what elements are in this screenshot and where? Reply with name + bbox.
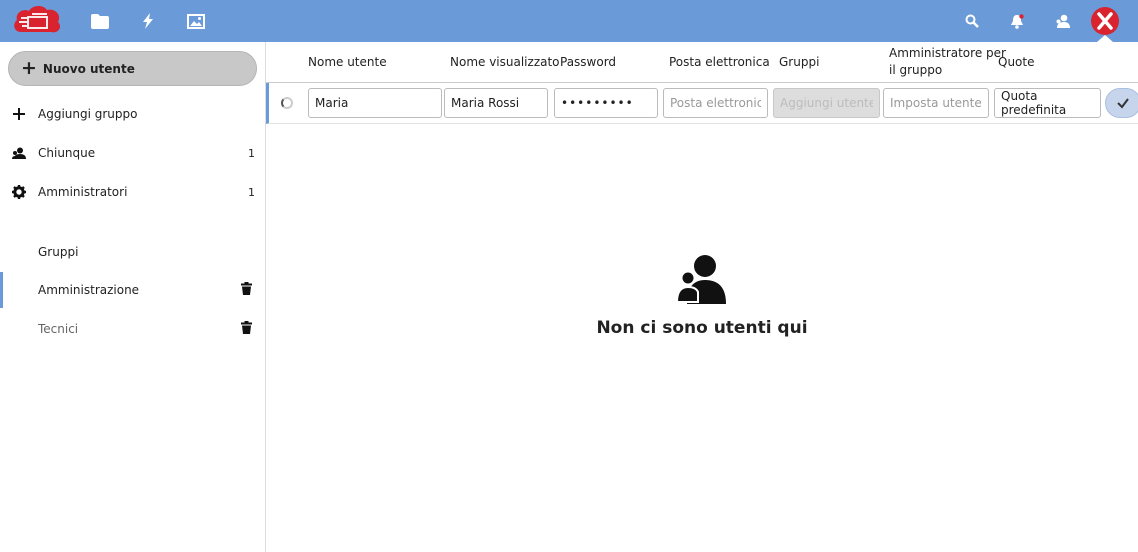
bell-icon[interactable] [1005, 0, 1029, 42]
quota-select[interactable]: Quota predefinita [994, 88, 1101, 118]
column-header-group-admin-line2: il gruppo [889, 63, 943, 77]
sidebar-item-label: Chiunque [38, 146, 96, 160]
gear-icon [11, 184, 27, 200]
app-logo-icon[interactable] [10, 0, 64, 42]
quota-value: Quota predefinita [1001, 89, 1067, 117]
column-header-quota: Quote [998, 54, 1035, 69]
column-header-group-admin: Amministratore per il gruppo [889, 42, 1006, 82]
user-count: 1 [248, 146, 255, 160]
sidebar-item-group-amministrazione[interactable]: Amministrazione [0, 272, 265, 308]
group-admin-input[interactable] [883, 88, 989, 118]
search-icon[interactable] [960, 0, 984, 42]
new-user-form-row: Quota predefinita [266, 83, 1138, 124]
email-input[interactable] [663, 88, 768, 118]
new-user-button[interactable]: + Nuovo utente [8, 51, 257, 86]
column-header-email: Posta elettronica [669, 54, 770, 69]
sidebar-item-label: Amministrazione [38, 283, 140, 297]
groups-input[interactable] [773, 88, 880, 118]
plus-icon: + [21, 57, 37, 79]
sidebar-item-group-tecnici[interactable]: Tecnici [0, 311, 265, 347]
display-name-input[interactable] [444, 88, 548, 118]
users-icon [266, 252, 1138, 304]
empty-state-message: Non ci sono utenti qui [596, 318, 808, 338]
sidebar-item-everyone[interactable]: Chiunque 1 [0, 135, 265, 171]
contacts-icon[interactable] [1050, 0, 1074, 42]
trash-icon[interactable] [241, 282, 252, 298]
submit-new-user-button[interactable] [1105, 88, 1138, 118]
users-icon [11, 145, 27, 161]
column-header-username: Nome utente [308, 54, 387, 69]
top-bar [0, 0, 1138, 42]
trash-icon[interactable] [241, 321, 252, 337]
sidebar-item-label: Amministratori [38, 185, 128, 199]
gallery-app-icon[interactable] [184, 0, 208, 42]
sidebar-item-admins[interactable]: Amministratori 1 [0, 174, 265, 210]
sidebar-item-label: Tecnici [38, 322, 79, 336]
users-table-header: Nome utente Nome visualizzato Password P… [266, 42, 1138, 83]
add-group-button[interactable]: Aggiungi gruppo [0, 96, 265, 132]
user-count: 1 [248, 185, 255, 199]
column-header-group-admin-line1: Amministratore per [889, 46, 1006, 60]
column-header-password: Password [560, 54, 617, 69]
loading-spinner-icon [281, 97, 293, 109]
checkmark-icon [1117, 98, 1129, 109]
column-header-display-name: Nome visualizzato [450, 54, 560, 69]
add-group-label: Aggiungi gruppo [38, 107, 138, 121]
password-input[interactable] [554, 88, 658, 118]
new-user-label: Nuovo utente [42, 61, 135, 76]
activity-app-icon[interactable] [136, 0, 160, 42]
files-app-icon[interactable] [88, 0, 112, 42]
menu-caret [1097, 35, 1113, 42]
sidebar: + Nuovo utente Aggiungi gruppo Chiunque … [0, 42, 266, 552]
groups-caption: Gruppi [38, 245, 79, 259]
plus-icon [11, 106, 27, 122]
username-input[interactable] [308, 88, 442, 118]
column-header-groups: Gruppi [779, 54, 820, 69]
empty-state: Non ci sono utenti qui [266, 252, 1138, 338]
